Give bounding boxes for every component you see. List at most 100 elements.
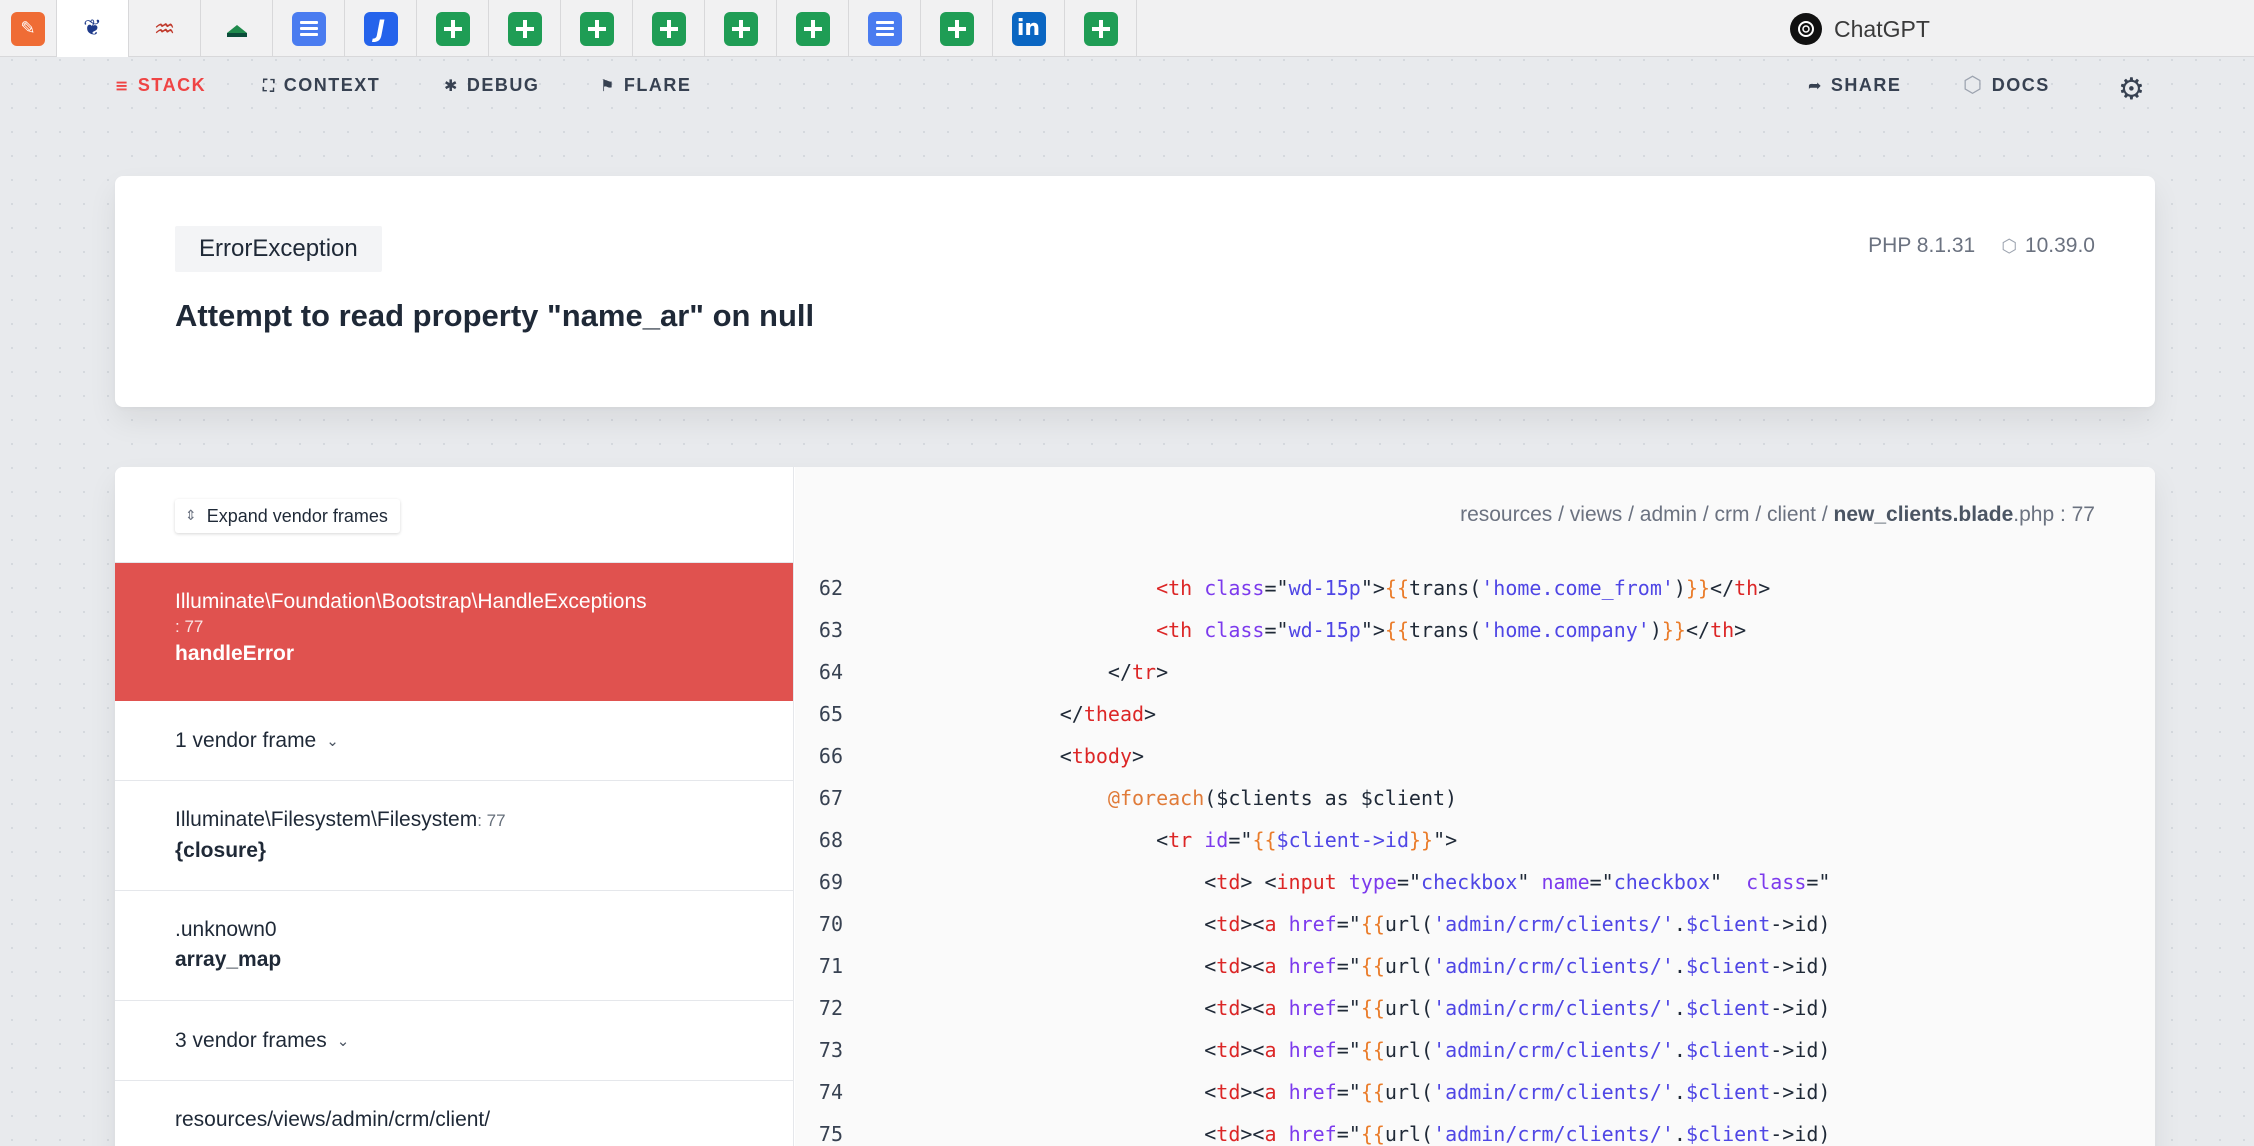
frame-class: resources/views/admin/crm/client/	[175, 1108, 491, 1131]
stack-frame[interactable]: Illuminate\Filesystem\Filesystem: 77 {cl…	[115, 781, 793, 891]
code-line: 67 @foreach($clients as $client)	[795, 777, 2155, 819]
nav-docs[interactable]: ⬡ DOCS	[1963, 73, 2050, 98]
line-number[interactable]: 62	[795, 576, 843, 600]
chatgpt-tab[interactable]: ChatGPT	[1790, 12, 1930, 46]
tab-sheets-8[interactable]	[1065, 0, 1137, 57]
line-number[interactable]: 68	[795, 828, 843, 852]
google-sheets-icon	[435, 11, 470, 46]
tab-sheets-5[interactable]	[705, 0, 777, 57]
code-lines: 62 <th class="wd-15p">{{trans('home.come…	[795, 567, 2155, 1146]
line-number[interactable]: 67	[795, 786, 843, 810]
line-source: @foreach($clients as $client)	[1107, 786, 1458, 810]
line-number[interactable]: 69	[795, 870, 843, 894]
line-number[interactable]: 74	[795, 1080, 843, 1104]
frame-class-name: Illuminate\Filesystem\Filesystem	[175, 808, 478, 831]
line-number[interactable]: 73	[795, 1038, 843, 1062]
line-number[interactable]: 63	[795, 618, 843, 642]
line-source: <td><a href="{{url('admin/crm/clients/'.…	[843, 996, 1831, 1020]
stack-frame-selected[interactable]: Illuminate\Foundation\Bootstrap\HandleEx…	[115, 563, 793, 701]
code-line: 71 <td><a href="{{url('admin/crm/clients…	[795, 945, 2155, 987]
php-version: PHP 8.1.31	[1868, 234, 1976, 257]
line-number[interactable]: 65	[795, 702, 843, 726]
tab-bird-app[interactable]: ❦	[57, 0, 129, 57]
nav-context-label: CONTEXT	[283, 75, 381, 95]
file-path-ext: .php	[2013, 503, 2055, 526]
tab-linkedin[interactable]: in	[993, 0, 1065, 57]
code-line: 75 <td><a href="{{url('admin/crm/clients…	[795, 1113, 2155, 1146]
google-sheets-icon	[939, 11, 974, 46]
frame-class: Illuminate\Filesystem\Filesystem: 77	[175, 805, 733, 836]
line-source: <tbody>	[843, 744, 1145, 768]
code-line: 70 <td><a href="{{url('admin/crm/clients…	[795, 903, 2155, 945]
line-number[interactable]: 72	[795, 996, 843, 1020]
red-logo-icon: ♒	[153, 14, 176, 43]
tab-green-app[interactable]	[201, 0, 273, 57]
tab-sheets-1[interactable]	[417, 0, 489, 57]
line-number[interactable]: 75	[795, 1122, 843, 1146]
line-number[interactable]: 64	[795, 660, 843, 684]
line-source: <td><a href="{{url('admin/crm/clients/'.…	[843, 1122, 1831, 1146]
tab-sheets-2[interactable]	[489, 0, 561, 57]
tab-sheets-3[interactable]	[561, 0, 633, 57]
tab-sheets-4[interactable]	[633, 0, 705, 57]
frame-function: array_map	[175, 948, 282, 971]
version-info: PHP 8.1.31 ⬡ 10.39.0	[1868, 234, 2095, 258]
laravel-version-label: 10.39.0	[2024, 234, 2095, 257]
google-docs-icon	[867, 11, 902, 46]
nav-stack[interactable]: ≡ STACK	[115, 75, 206, 96]
nav-debug[interactable]: ✱ DEBUG	[444, 75, 539, 96]
j-app-icon: J	[363, 11, 398, 46]
line-number[interactable]: 66	[795, 744, 843, 768]
linkedin-icon: in	[1011, 11, 1046, 46]
google-sheets-icon	[507, 11, 542, 46]
chevron-down-icon: ⌄	[336, 1031, 350, 1050]
ignition-nav: ≡ STACK ⛶ CONTEXT ✱ DEBUG ⚑ FLARE ➦ SHAR…	[0, 57, 2254, 113]
nav-stack-label: STACK	[137, 75, 207, 95]
chevron-up-down-icon: ⇕	[185, 508, 197, 524]
tab-jira[interactable]: J	[345, 0, 417, 57]
vendor-frames-toggle[interactable]: 3 vendor frames ⌄	[115, 1001, 793, 1081]
laravel-icon: ⬡	[2001, 235, 2017, 257]
tab-sheets-7[interactable]	[921, 0, 993, 57]
expand-corners-icon: ⛶	[263, 75, 276, 95]
tab-sheets-6[interactable]	[777, 0, 849, 57]
google-sheets-icon	[651, 11, 686, 46]
tab-docs-1[interactable]	[273, 0, 345, 57]
vendor-frames-label: 3 vendor frames	[175, 1028, 327, 1052]
code-line: 64 </tr>	[795, 651, 2155, 693]
stack-frames-list: ⇕ Expand vendor frames Illuminate\Founda…	[115, 467, 794, 1146]
exception-message: Attempt to read property "name_ar" on nu…	[175, 298, 815, 333]
tab-ignition[interactable]: ✎	[0, 0, 57, 57]
chatgpt-logo-icon	[1790, 13, 1822, 45]
tab-red-app[interactable]: ♒	[129, 0, 201, 57]
stack-frame[interactable]: .unknown0 array_map	[115, 891, 793, 1001]
line-source: <td><a href="{{url('admin/crm/clients/'.…	[843, 912, 1831, 936]
settings-gear-icon[interactable]: ⚙	[2118, 72, 2145, 107]
stack-trace-card: ⇕ Expand vendor frames Illuminate\Founda…	[115, 467, 2155, 1146]
vendor-frames-toggle[interactable]: 1 vendor frame ⌄	[115, 701, 793, 781]
stack-logo-icon	[220, 12, 254, 46]
google-sheets-icon	[795, 11, 830, 46]
chevron-down-icon: ⌄	[326, 731, 339, 750]
expand-vendor-frames-label: Expand vendor frames	[206, 505, 388, 526]
code-line: 62 <th class="wd-15p">{{trans('home.come…	[795, 567, 2155, 609]
expand-vendor-frames-button[interactable]: ⇕ Expand vendor frames	[175, 499, 400, 533]
line-source: <td><a href="{{url('admin/crm/clients/'.…	[843, 1038, 1831, 1062]
line-number[interactable]: 71	[795, 954, 843, 978]
google-sheets-icon	[723, 11, 758, 46]
file-path[interactable]: resources / views / admin / crm / client…	[1460, 503, 2095, 527]
nav-context[interactable]: ⛶ CONTEXT	[263, 75, 380, 96]
file-path-dirs: resources / views / admin / crm / client…	[1460, 503, 1834, 526]
stack-frame[interactable]: resources/views/admin/crm/client/	[115, 1081, 793, 1146]
nav-share[interactable]: ➦ SHARE	[1808, 75, 1901, 96]
line-number[interactable]: 70	[795, 912, 843, 936]
line-source: <td><a href="{{url('admin/crm/clients/'.…	[843, 1080, 1831, 1104]
nav-flare-label: FLARE	[623, 75, 692, 95]
code-line: 73 <td><a href="{{url('admin/crm/clients…	[795, 1029, 2155, 1071]
bug-icon: ✱	[444, 76, 459, 95]
laravel-version: ⬡ 10.39.0	[2001, 234, 2095, 258]
nav-flare[interactable]: ⚑ FLARE	[600, 75, 691, 96]
tab-docs-2[interactable]	[849, 0, 921, 57]
chatgpt-tab-label: ChatGPT	[1834, 15, 1930, 42]
bird-icon: ❦	[75, 11, 110, 46]
